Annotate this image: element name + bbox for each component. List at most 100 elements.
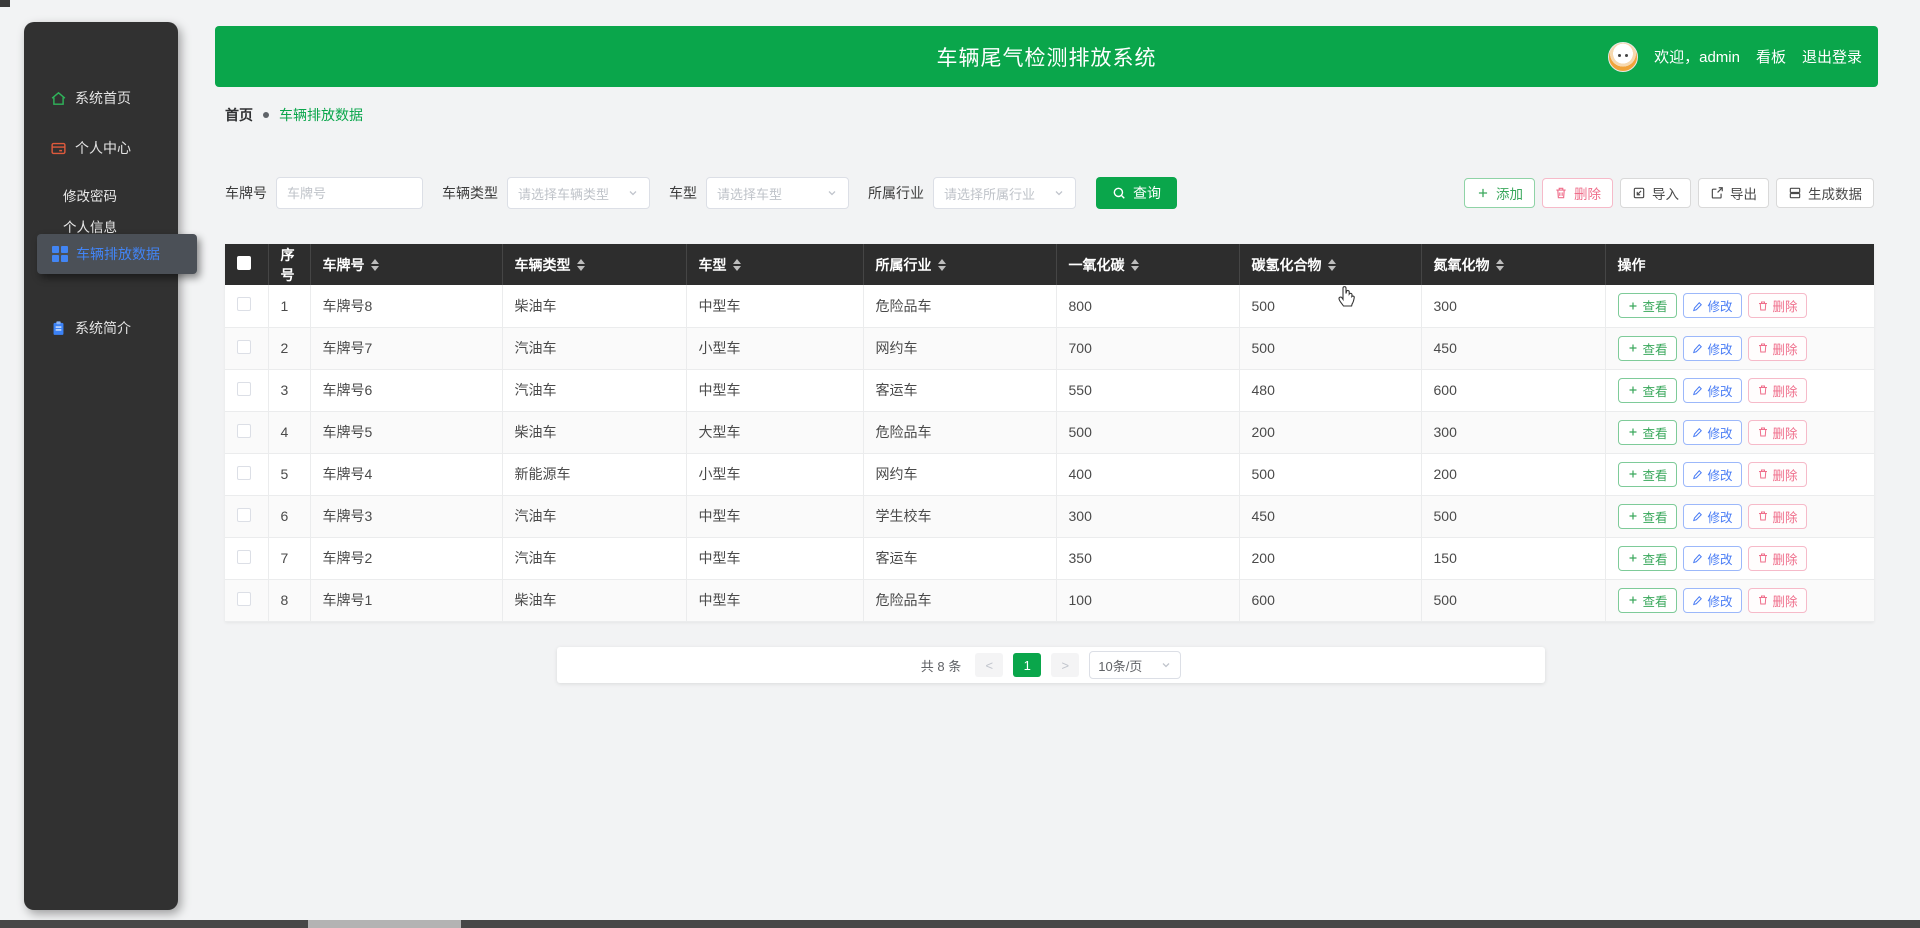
- view-button[interactable]: 查看: [1617, 377, 1677, 403]
- prev-page-button[interactable]: <: [975, 653, 1004, 677]
- view-button[interactable]: 查看: [1617, 461, 1677, 487]
- industry-label: 所属行业: [868, 185, 924, 201]
- scrollbar-thumb[interactable]: [308, 920, 461, 928]
- horizontal-scrollbar[interactable]: [0, 920, 1920, 928]
- cell-nox: 200: [1421, 453, 1606, 496]
- row-checkbox[interactable]: [237, 381, 251, 396]
- delete-row-button[interactable]: 删除: [1747, 503, 1807, 529]
- sidebar-item-system-intro[interactable]: 系统简介: [24, 316, 178, 340]
- delete-row-button[interactable]: 删除: [1747, 419, 1807, 445]
- delete-row-button[interactable]: 删除: [1747, 461, 1807, 487]
- sort-icon[interactable]: [370, 258, 379, 271]
- search-icon: [1113, 187, 1125, 199]
- sidebar-item-profile[interactable]: 个人中心: [24, 136, 178, 160]
- sort-icon[interactable]: [1327, 258, 1336, 271]
- profile-card-icon: [51, 142, 66, 154]
- col-index: 序号: [268, 244, 311, 285]
- delete-row-button[interactable]: 删除: [1747, 377, 1807, 403]
- sort-icon[interactable]: [1495, 258, 1504, 271]
- sidebar-item-emission-data[interactable]: 车辆排放数据: [37, 234, 197, 274]
- view-button[interactable]: 查看: [1617, 335, 1677, 361]
- delete-row-button[interactable]: 删除: [1747, 545, 1807, 571]
- breadcrumb: 首页 车辆排放数据: [225, 105, 363, 125]
- export-icon: [1711, 187, 1723, 199]
- row-checkbox[interactable]: [237, 297, 251, 312]
- row-checkbox[interactable]: [237, 591, 251, 606]
- clipboard-icon: [53, 320, 64, 335]
- table-row: 2 车牌号7 汽油车 小型车 网约车 700 500 450 查看 修改 删除: [225, 327, 1874, 370]
- edit-button[interactable]: 修改: [1682, 377, 1742, 403]
- edit-button[interactable]: 修改: [1682, 545, 1742, 571]
- col-plate[interactable]: 车牌号: [310, 244, 503, 285]
- view-button[interactable]: 查看: [1617, 545, 1677, 571]
- cell-hc: 500: [1239, 453, 1422, 496]
- plate-input[interactable]: [276, 177, 423, 209]
- user-avatar[interactable]: [1608, 41, 1639, 72]
- delete-row-button[interactable]: 删除: [1747, 587, 1807, 613]
- col-industry[interactable]: 所属行业: [863, 244, 1057, 285]
- sidebar-item-label: 车辆排放数据: [76, 246, 160, 262]
- breadcrumb-home[interactable]: 首页: [225, 105, 253, 125]
- select-all-checkbox[interactable]: [237, 256, 251, 270]
- cell-model: 小型车: [686, 453, 864, 496]
- kanban-link[interactable]: 看板: [1756, 46, 1786, 67]
- edit-button[interactable]: 修改: [1682, 461, 1742, 487]
- cell-index: 2: [268, 327, 311, 370]
- page-number-active[interactable]: 1: [1013, 653, 1042, 677]
- page-size-select[interactable]: 10条/页: [1089, 651, 1182, 679]
- sort-icon[interactable]: [937, 258, 946, 271]
- sort-icon[interactable]: [576, 258, 585, 271]
- edit-button[interactable]: 修改: [1682, 503, 1742, 529]
- next-page-button[interactable]: >: [1051, 653, 1080, 677]
- trash-icon: [1758, 553, 1767, 563]
- sidebar-item-label: 个人信息: [63, 220, 117, 235]
- delete-row-button[interactable]: 删除: [1747, 293, 1807, 319]
- trash-icon: [1758, 469, 1767, 479]
- col-vehicle-type[interactable]: 车辆类型: [502, 244, 687, 285]
- generate-data-button[interactable]: 生成数据: [1776, 178, 1874, 208]
- col-model[interactable]: 车型: [686, 244, 864, 285]
- pencil-icon: [1692, 512, 1702, 522]
- delete-row-button[interactable]: 删除: [1747, 335, 1807, 361]
- edit-button[interactable]: 修改: [1682, 293, 1742, 319]
- export-button[interactable]: 导出: [1698, 178, 1769, 208]
- edit-button[interactable]: 修改: [1682, 587, 1742, 613]
- table-row: 8 车牌号1 柴油车 中型车 危险品车 100 600 500 查看 修改 删除: [225, 579, 1874, 622]
- view-button[interactable]: 查看: [1617, 419, 1677, 445]
- view-button[interactable]: 查看: [1617, 503, 1677, 529]
- industry-select[interactable]: 请选择所属行业: [933, 177, 1076, 209]
- sort-icon[interactable]: [732, 258, 741, 271]
- row-checkbox[interactable]: [237, 465, 251, 480]
- view-button[interactable]: 查看: [1617, 293, 1677, 319]
- cell-industry: 危险品车: [863, 285, 1057, 328]
- col-nox[interactable]: 氮氧化物: [1421, 244, 1606, 285]
- edit-button[interactable]: 修改: [1682, 419, 1742, 445]
- row-checkbox[interactable]: [237, 339, 251, 354]
- cell-model: 大型车: [686, 411, 864, 454]
- row-checkbox[interactable]: [237, 507, 251, 522]
- view-button[interactable]: 查看: [1617, 587, 1677, 613]
- vehicle-type-select[interactable]: 请选择车辆类型: [507, 177, 650, 209]
- col-hc[interactable]: 碳氢化合物: [1239, 244, 1422, 285]
- sort-icon[interactable]: [1130, 258, 1139, 271]
- sidebar-item-change-password[interactable]: 修改密码: [24, 183, 178, 207]
- logout-link[interactable]: 退出登录: [1802, 46, 1862, 67]
- edit-button[interactable]: 修改: [1682, 335, 1742, 361]
- plus-icon: [1629, 554, 1636, 562]
- search-button[interactable]: 查询: [1096, 177, 1177, 209]
- table-row: 7 车牌号2 汽油车 中型车 客运车 350 200 150 查看 修改 删除: [225, 537, 1874, 580]
- import-button[interactable]: 导入: [1620, 178, 1691, 208]
- delete-button[interactable]: 删除: [1542, 178, 1613, 208]
- grid-icon: [52, 246, 68, 262]
- cell-vehicle-type: 柴油车: [502, 285, 687, 328]
- cell-industry: 网约车: [863, 327, 1057, 370]
- cell-index: 5: [268, 453, 311, 496]
- row-checkbox[interactable]: [237, 423, 251, 438]
- add-button[interactable]: 添加: [1464, 178, 1535, 208]
- model-select[interactable]: 请选择车型: [706, 177, 849, 209]
- welcome-text: 欢迎，admin: [1654, 49, 1740, 66]
- vehicle-type-label: 车辆类型: [442, 185, 498, 201]
- sidebar-item-home[interactable]: 系统首页: [24, 86, 178, 110]
- col-co[interactable]: 一氧化碳: [1056, 244, 1240, 285]
- row-checkbox[interactable]: [237, 549, 251, 564]
